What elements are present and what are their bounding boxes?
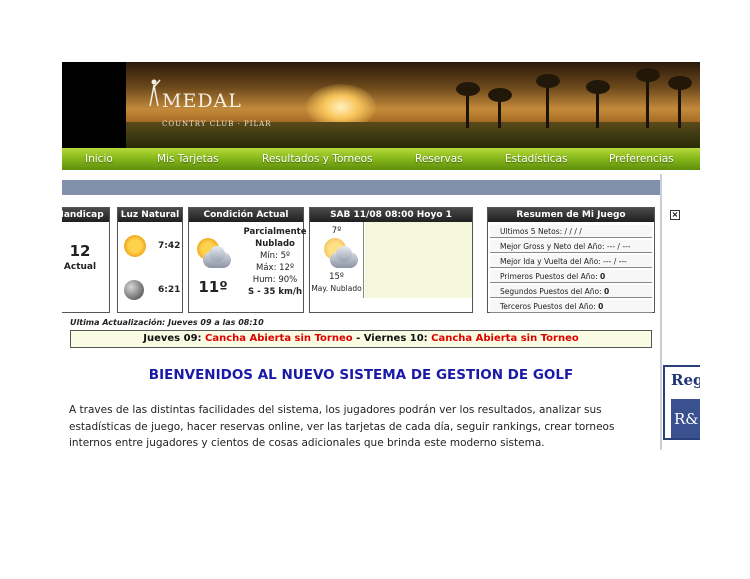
side-advertisement[interactable]: Reg R& <box>663 365 700 440</box>
forecast-widget: SAB 11/08 08:00 Hoyo 1 7º 15º May. Nubla… <box>309 207 473 313</box>
nav-item-reservas[interactable]: Reservas <box>415 153 463 165</box>
best-out-in-row: Mejor Ida y Vuelta del Año: --- / --- <box>490 255 652 268</box>
course-status-bar: Jueves 09: Cancha Abierta sin Torneo - V… <box>70 330 652 348</box>
row-text: Mejor Gross y Neto del Año: --- / --- <box>500 242 631 251</box>
palm-tree <box>636 68 660 128</box>
handicap-widget: Handicap 12 Actual <box>62 207 110 313</box>
second-places-row: Segundos Puestos del Año: 0 <box>490 285 652 298</box>
third-places-row: Terceros Puestos del Año: 0 <box>490 300 652 313</box>
natural-light-header: Luz Natural <box>118 208 182 222</box>
forecast-empty-area <box>365 222 472 298</box>
main-nav: Inicio Mis Tarjetas Resultados y Torneos… <box>62 148 700 170</box>
first-places-row: Primeros Puestos del Año: 0 <box>490 270 652 283</box>
club-logo-subtitle: COUNTRY CLUB · PILAR <box>162 120 272 128</box>
palm-tree <box>488 88 512 128</box>
wind: S - 35 km/h <box>247 287 303 297</box>
section-strip <box>62 180 660 195</box>
current-condition-header: Condición Actual <box>189 208 303 222</box>
nav-item-preferencias[interactable]: Preferencias <box>609 153 674 165</box>
welcome-title: BIENVENIDOS AL NUEVO SISTEMA DE GESTION … <box>148 367 574 383</box>
row-text: Mejor Ida y Vuelta del Año: --- / --- <box>500 257 627 266</box>
my-game-header: Resumen de Mi Juego <box>488 208 654 222</box>
mostly-cloudy-icon <box>320 238 360 274</box>
intro-text: A traves de las distintas facilidades de… <box>69 404 615 449</box>
sunrise-row: 7:42 <box>124 235 180 257</box>
nav-item-resultados[interactable]: Resultados y Torneos <box>262 153 373 165</box>
forecast-cell: 7º 15º May. Nublado <box>310 222 364 298</box>
palm-tree <box>456 82 480 128</box>
partly-cloudy-icon <box>193 238 233 274</box>
day1-status: Cancha Abierta sin Torneo <box>205 333 353 344</box>
row-text: Segundos Puestos del Año: <box>500 287 604 296</box>
banner-left-panel <box>62 62 126 148</box>
current-condition-widget: Condición Actual 11º Parcialmente Nublad… <box>188 207 307 313</box>
current-condition-details: Parcialmente Nublado Mín: 5º Máx: 12º Hu… <box>237 226 313 298</box>
my-game-widget: Resumen de Mi Juego Ultimos 5 Netos: / /… <box>487 207 655 313</box>
sunset-time: 6:21 <box>158 285 181 295</box>
golfer-logo-icon <box>149 79 161 107</box>
handicap-value: 12 <box>69 242 91 260</box>
forecast-description: May. Nublado <box>311 284 362 293</box>
club-logo-name: MEDAL <box>162 90 242 112</box>
content-divider <box>660 174 662 450</box>
forecast-header: SAB 11/08 08:00 Hoyo 1 <box>310 208 472 222</box>
sunrise-time: 7:42 <box>158 241 181 251</box>
row-text: Ultimos 5 Netos: / / / / <box>500 227 582 236</box>
condition-description: Parcialmente Nublado <box>243 227 307 249</box>
min-temp: Mín: 5º <box>259 251 291 261</box>
day2-label: Viernes 10: <box>363 333 432 344</box>
forecast-low: 7º <box>331 226 342 236</box>
moon-icon <box>124 280 144 300</box>
day2-status: Cancha Abierta sin Torneo <box>431 333 579 344</box>
last-update: Ultima Actualización: Jueves 09 a las 08… <box>70 318 264 327</box>
row-text: Terceros Puestos del Año: <box>500 302 599 311</box>
palm-tree <box>586 80 610 128</box>
handicap-label: Actual <box>63 262 97 272</box>
status-separator: - <box>352 333 364 344</box>
row-value: 0 <box>598 302 604 311</box>
ad-logo: R& <box>671 399 700 438</box>
header-banner: MEDAL COUNTRY CLUB · PILAR <box>62 62 700 148</box>
palm-tree <box>668 76 692 128</box>
close-icon[interactable]: × <box>670 210 680 220</box>
humidity: Hum: 90% <box>252 275 298 285</box>
club-logo[interactable]: MEDAL COUNTRY CLUB · PILAR <box>162 90 271 128</box>
sun-icon <box>124 235 146 257</box>
sunset-row: 6:21 <box>124 280 180 300</box>
row-value: 0 <box>600 272 606 281</box>
row-text: Primeros Puestos del Año: <box>500 272 600 281</box>
palm-tree <box>536 74 560 128</box>
natural-light-widget: Luz Natural 7:42 6:21 <box>117 207 183 313</box>
best-gross-net-row: Mejor Gross y Neto del Año: --- / --- <box>490 240 652 253</box>
max-temp: Máx: 12º <box>256 263 294 273</box>
current-temperature: 11º <box>198 278 228 296</box>
day1-label: Jueves 09: <box>143 333 206 344</box>
forecast-high: 15º <box>329 272 344 282</box>
handicap-header: Handicap <box>62 208 109 222</box>
last-five-nets-row: Ultimos 5 Netos: / / / / <box>490 225 652 238</box>
ad-title: Reg <box>671 371 700 389</box>
nav-item-estadisticas[interactable]: Estadísticas <box>505 153 567 165</box>
site-frame: MEDAL COUNTRY CLUB · PILAR Inicio Mis Ta… <box>62 62 700 450</box>
row-value: 0 <box>604 287 610 296</box>
nav-item-inicio[interactable]: Inicio <box>85 153 113 165</box>
nav-item-mis-tarjetas[interactable]: Mis Tarjetas <box>157 153 219 165</box>
